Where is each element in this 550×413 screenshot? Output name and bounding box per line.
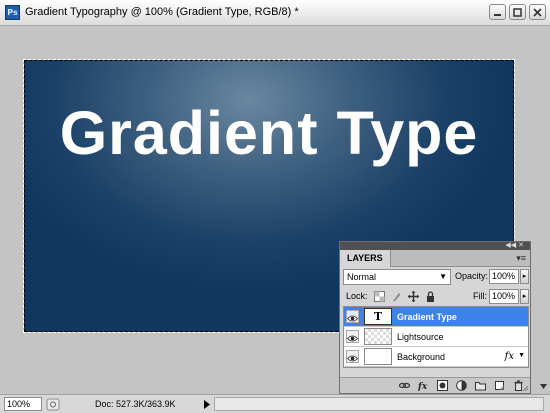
eye-icon [346, 315, 359, 322]
lock-position-icon[interactable] [408, 291, 419, 302]
title-bar[interactable]: Ps Gradient Typography @ 100% (Gradient … [0, 0, 550, 26]
fill-field[interactable]: 100% [489, 289, 519, 304]
fill-label: Fill: [473, 291, 487, 301]
layer-name: Gradient Type [397, 312, 457, 322]
lock-buttons [374, 291, 436, 302]
lock-label: Lock: [346, 291, 368, 301]
panel-actions: fx [399, 380, 524, 391]
panel-bottom-toolbar: fx [340, 377, 530, 393]
expand-effects-icon[interactable]: ▼ [518, 352, 525, 359]
blend-mode-value: Normal [347, 272, 377, 282]
scroll-down-icon[interactable] [539, 382, 548, 391]
status-menu-icon[interactable] [46, 398, 60, 411]
visibility-toggle[interactable] [346, 310, 359, 323]
visibility-toggle[interactable] [346, 330, 359, 343]
layers-list: T Gradient Type Lightsource Background f… [343, 306, 529, 368]
link-layers-icon[interactable] [399, 380, 410, 391]
status-bar: 100% Doc: 527.3K/363.9K [0, 394, 550, 413]
eye-icon [346, 355, 359, 362]
new-group-icon[interactable] [475, 380, 486, 391]
horizontal-scrollbar[interactable] [214, 397, 544, 411]
fill-slider-button[interactable]: ▸ [520, 289, 529, 304]
lock-brush-icon[interactable] [391, 291, 402, 302]
layer-name: Lightsource [397, 332, 444, 342]
window-title: Gradient Typography @ 100% (Gradient Typ… [25, 6, 299, 18]
opacity-label: Opacity: [455, 271, 489, 281]
resize-grip-icon[interactable] [522, 385, 529, 392]
window-controls [489, 4, 546, 20]
minimize-button[interactable] [489, 4, 506, 20]
status-arrow-icon[interactable] [202, 398, 212, 411]
type-layer-thumbnail: T [364, 308, 392, 325]
chevron-down-icon: ▼ [439, 272, 447, 281]
panel-tab-bar: LAYERS ▾≡ [340, 250, 530, 267]
layer-name: Background [397, 352, 446, 362]
lock-transparency-icon[interactable] [374, 291, 385, 302]
blend-opacity-row: Normal ▼ Opacity: 100% ▸ [343, 269, 529, 285]
maximize-icon [513, 7, 522, 17]
collapse-panel-icon[interactable]: ◀◀ ✕ [505, 242, 524, 250]
close-button[interactable] [529, 4, 546, 20]
layers-panel: ◀◀ ✕ LAYERS ▾≡ Normal ▼ Opacity: 100% ▸ … [339, 241, 531, 394]
layer-effects-icon[interactable]: fx [505, 351, 514, 362]
document-size: Doc: 527.3K/363.9K [95, 399, 176, 409]
blend-mode-select[interactable]: Normal ▼ [343, 269, 451, 285]
tab-layers[interactable]: LAYERS [340, 250, 391, 267]
layer-background[interactable]: Background fx ▼ [344, 347, 528, 367]
minimize-icon [494, 13, 501, 16]
close-icon [533, 7, 542, 17]
layer-thumbnail [364, 328, 392, 345]
photoshop-app-icon: Ps [5, 5, 20, 20]
lock-fill-row: Lock: Fill: 100% ▸ [343, 289, 529, 305]
adjustment-layer-icon[interactable] [456, 380, 467, 391]
lock-all-icon[interactable] [425, 291, 436, 302]
photoshop-window: Ps Gradient Typography @ 100% (Gradient … [0, 0, 550, 413]
opacity-slider-button[interactable]: ▸ [520, 269, 529, 284]
maximize-button[interactable] [509, 4, 526, 20]
add-mask-icon[interactable] [437, 380, 448, 391]
panel-menu-icon[interactable]: ▾≡ [516, 253, 526, 264]
svg-text:fx: fx [418, 382, 428, 391]
visibility-toggle[interactable] [346, 350, 359, 363]
layer-gradient-type[interactable]: T Gradient Type [344, 307, 528, 327]
new-layer-icon[interactable] [494, 380, 505, 391]
panel-dock-bar[interactable]: ◀◀ ✕ [340, 242, 530, 250]
opacity-field[interactable]: 100% [489, 269, 519, 284]
zoom-level-field[interactable]: 100% [4, 397, 42, 411]
layer-lightsource[interactable]: Lightsource [344, 327, 528, 347]
gradient-type-text: Gradient Type [59, 99, 479, 167]
eye-icon [346, 335, 359, 342]
add-layer-style-icon[interactable]: fx [418, 380, 429, 391]
layer-thumbnail [364, 348, 392, 365]
